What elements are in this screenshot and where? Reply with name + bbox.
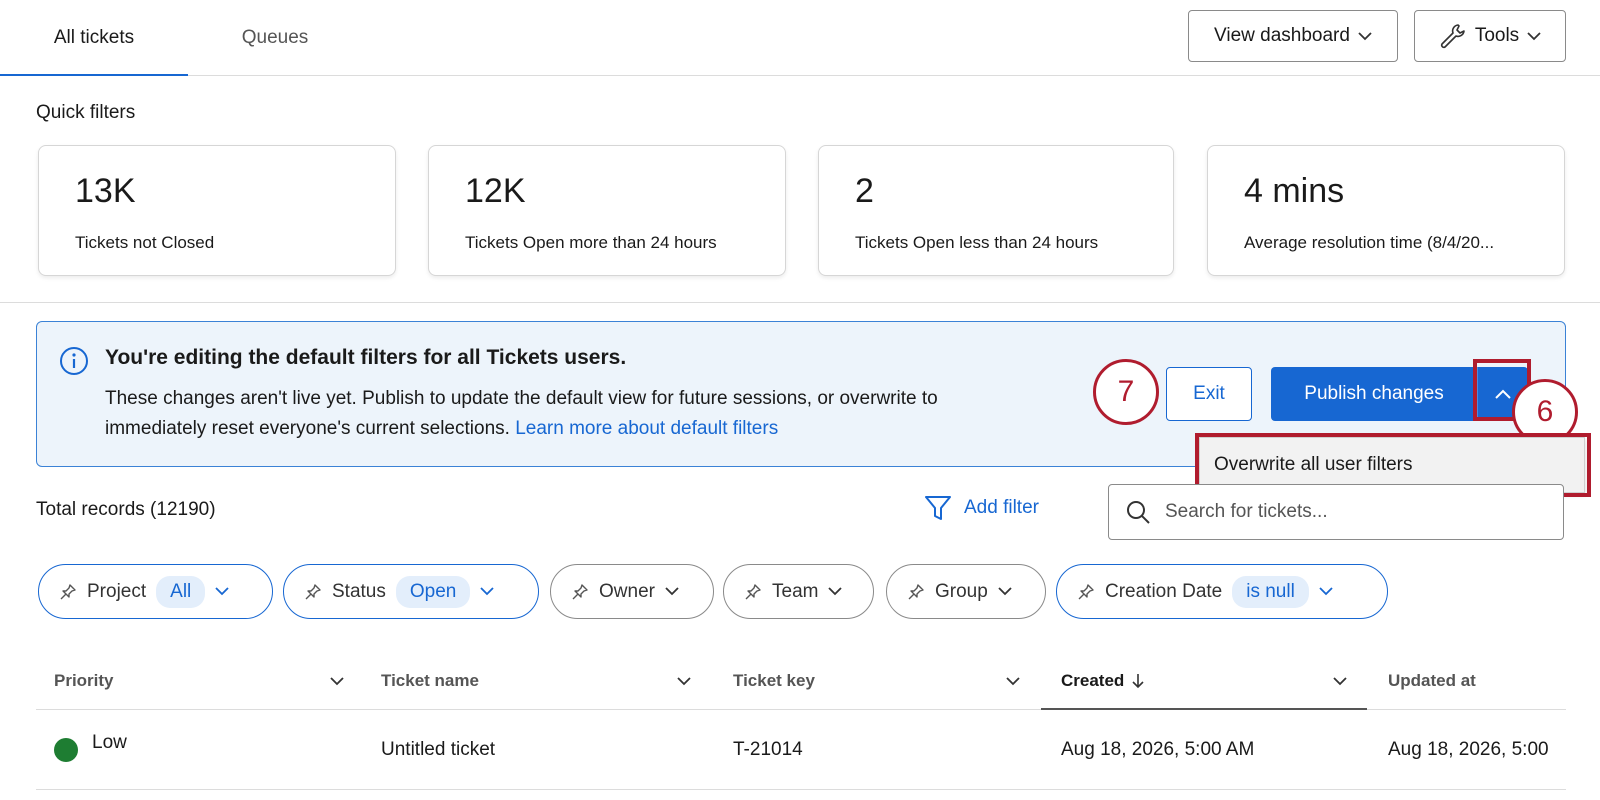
info-icon <box>60 347 88 375</box>
chevron-down-icon <box>1527 31 1541 40</box>
table-row-divider <box>36 789 1566 790</box>
quick-filter-card[interactable]: 12K Tickets Open more than 24 hours <box>428 145 786 276</box>
add-filter-label: Add filter <box>964 497 1039 518</box>
chevron-down-icon <box>665 587 679 596</box>
filter-pill-creation-date[interactable]: Creation Date is null <box>1056 564 1388 619</box>
cell-priority: Low <box>92 732 127 753</box>
exit-button[interactable]: Exit <box>1166 367 1252 421</box>
chevron-down-icon <box>480 587 494 596</box>
pin-icon <box>745 583 761 599</box>
quick-filter-card[interactable]: 13K Tickets not Closed <box>38 145 396 276</box>
banner-title: You're editing the default filters for a… <box>105 346 627 369</box>
pin-icon <box>305 583 321 599</box>
pill-label: Group <box>935 580 988 602</box>
learn-more-link[interactable]: Learn more about default filters <box>515 418 778 439</box>
pin-icon <box>1078 583 1094 599</box>
quick-filter-card[interactable]: 2 Tickets Open less than 24 hours <box>818 145 1174 276</box>
chevron-down-icon <box>1333 676 1347 685</box>
column-label: Priority <box>54 671 114 690</box>
chevron-down-icon <box>677 676 691 685</box>
tab-queues[interactable]: Queues <box>210 0 340 76</box>
cell-created: Aug 18, 2026, 5:00 AM <box>1061 739 1255 760</box>
active-tab-indicator <box>0 74 188 76</box>
search-icon <box>1127 501 1150 524</box>
chevron-down-icon <box>215 587 229 596</box>
section-divider <box>0 302 1600 303</box>
card-value: 12K <box>465 172 526 210</box>
priority-indicator-icon <box>54 738 78 762</box>
arrow-down-icon <box>1132 674 1144 689</box>
chevron-down-icon <box>1358 31 1372 40</box>
step-7-marker: 7 <box>1093 359 1159 425</box>
banner-text-line2: immediately reset everyone's current sel… <box>105 418 510 439</box>
chevron-down-icon <box>1006 676 1020 685</box>
chevron-down-icon <box>828 587 843 596</box>
cell-ticket-name[interactable]: Untitled ticket <box>381 739 495 761</box>
search-placeholder: Search for tickets... <box>1165 501 1328 522</box>
column-header-ticket-name[interactable]: Ticket name <box>381 653 691 709</box>
total-records: Total records (12190) <box>36 499 216 520</box>
view-dashboard-button[interactable]: View dashboard <box>1188 10 1398 62</box>
filter-pill-project[interactable]: Project All <box>38 564 273 619</box>
pin-icon <box>60 583 76 599</box>
filter-pill-status[interactable]: Status Open <box>283 564 539 619</box>
column-header-ticket-key[interactable]: Ticket key <box>733 653 1020 709</box>
search-input[interactable]: Search for tickets... <box>1108 484 1564 540</box>
tools-label: Tools <box>1474 25 1520 46</box>
sorted-column-indicator <box>1041 708 1367 710</box>
pill-label: Owner <box>599 580 655 602</box>
column-header-priority[interactable]: Priority <box>54 653 344 709</box>
filter-pill-group[interactable]: Group <box>886 564 1046 619</box>
banner-text-line1: These changes aren't live yet. Publish t… <box>105 388 938 409</box>
card-value: 4 mins <box>1244 172 1345 210</box>
cell-ticket-key: T-21014 <box>733 739 803 760</box>
add-filter-button[interactable]: Add filter <box>924 494 1039 522</box>
card-value: 13K <box>75 172 136 210</box>
filter-pill-team[interactable]: Team <box>723 564 874 619</box>
column-label: Ticket key <box>733 671 815 690</box>
card-label: Tickets Open more than 24 hours <box>465 233 717 252</box>
pin-icon <box>908 583 924 599</box>
pill-label: Status <box>332 580 386 602</box>
wrench-icon <box>1440 24 1465 49</box>
view-dashboard-label: View dashboard <box>1214 25 1350 46</box>
top-nav: All tickets Queues View dashboard Tools <box>0 0 1600 76</box>
pill-value: All <box>156 575 206 608</box>
banner-text: These changes aren't live yet. Publish t… <box>105 384 1065 444</box>
pill-value: is null <box>1232 575 1309 608</box>
pill-label: Team <box>772 580 819 602</box>
tools-button[interactable]: Tools <box>1414 10 1566 62</box>
pill-value: Open <box>395 575 471 608</box>
quick-filters-title: Quick filters <box>36 102 136 123</box>
card-label: Average resolution time (8/4/20... <box>1244 233 1495 252</box>
chevron-down-icon <box>998 587 1012 596</box>
column-header-created[interactable]: Created <box>1061 653 1347 709</box>
filter-icon <box>925 496 951 520</box>
card-label: Tickets not Closed <box>75 233 215 252</box>
pin-icon <box>572 583 588 599</box>
tab-all-tickets[interactable]: All tickets <box>0 0 188 76</box>
chevron-down-icon <box>330 676 344 685</box>
card-value: 2 <box>855 172 874 210</box>
chevron-down-icon <box>1319 587 1333 596</box>
column-label: Ticket name <box>381 671 479 690</box>
filter-pill-owner[interactable]: Owner <box>550 564 714 619</box>
column-label: Updated at <box>1388 671 1476 690</box>
column-header-updated-at[interactable]: Updated at <box>1388 653 1566 709</box>
cell-updated-at: Aug 18, 2026, 5:00 <box>1388 739 1549 760</box>
publish-changes-button[interactable]: Publish changes <box>1271 367 1477 421</box>
pill-label: Creation Date <box>1105 580 1223 602</box>
column-label: Created <box>1061 671 1125 690</box>
pill-label: Project <box>87 580 147 602</box>
card-label: Tickets Open less than 24 hours <box>855 233 1099 252</box>
quick-filter-card[interactable]: 4 mins Average resolution time (8/4/20..… <box>1207 145 1565 276</box>
